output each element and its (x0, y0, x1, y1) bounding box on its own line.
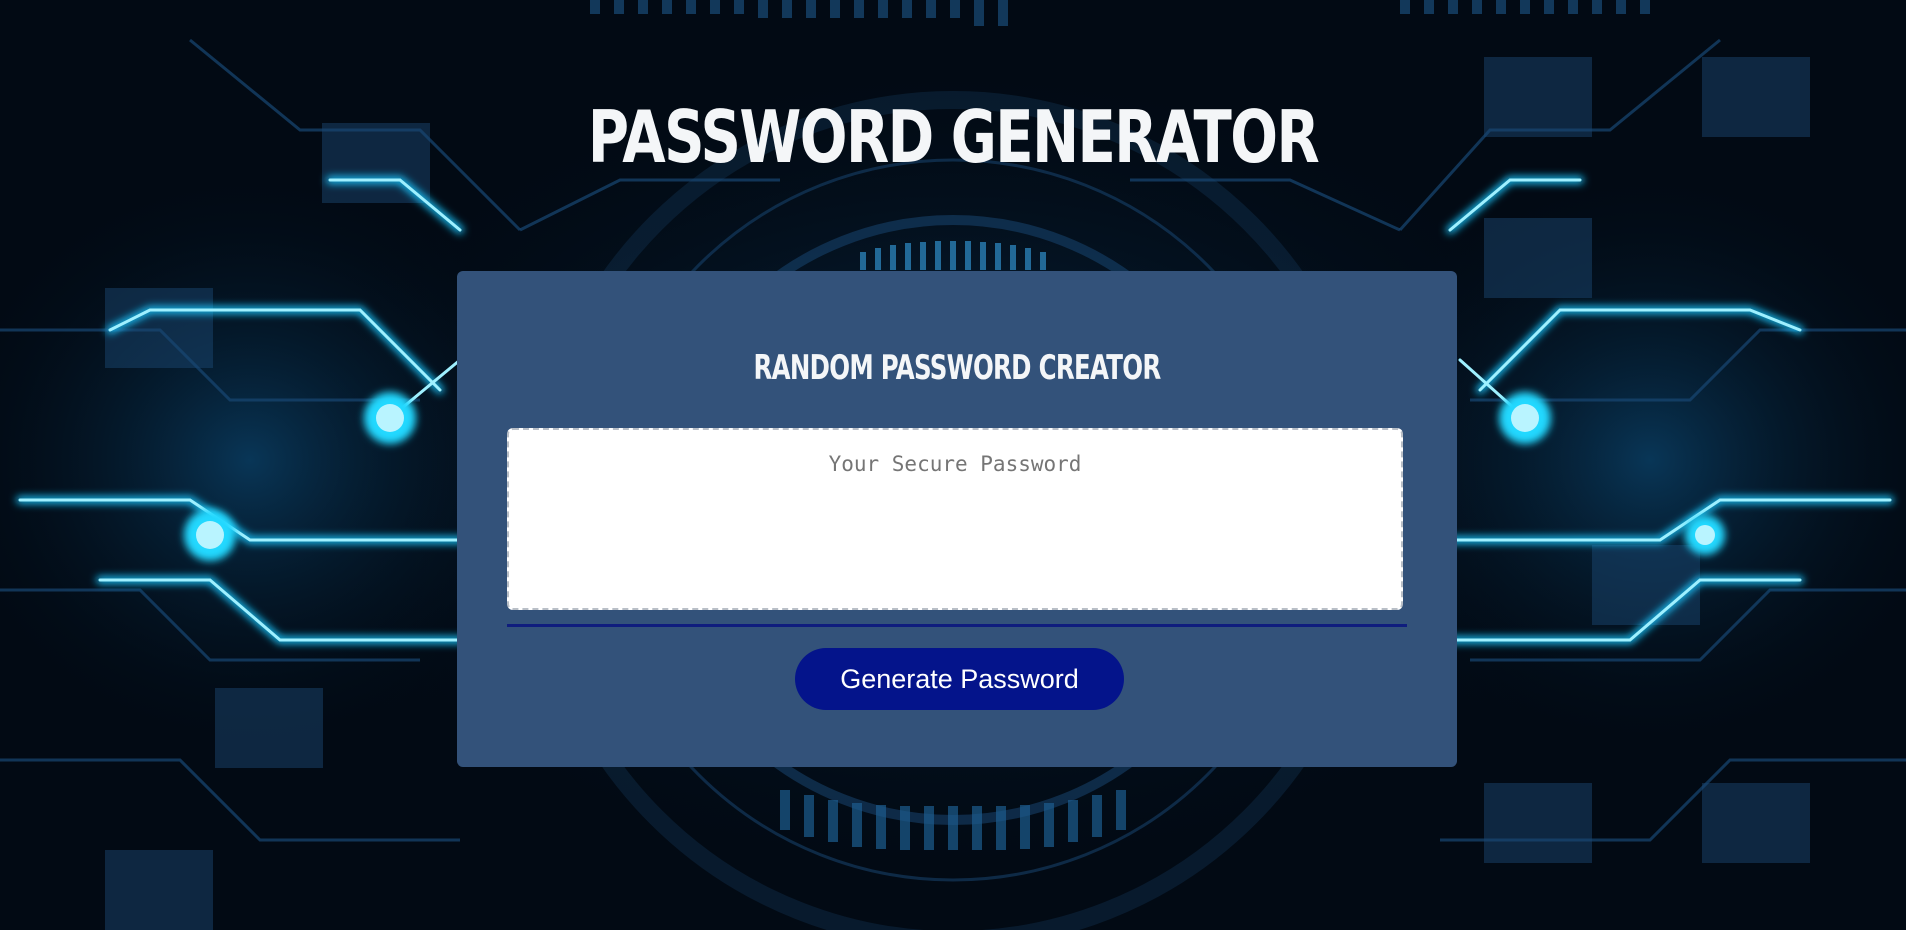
password-output[interactable] (507, 428, 1403, 610)
page-title: PASSWORD GENERATOR (587, 95, 1320, 179)
divider (507, 624, 1407, 627)
generate-password-button[interactable]: Generate Password (795, 648, 1124, 710)
password-generator-card: RANDOM PASSWORD CREATOR Generate Passwor… (457, 271, 1457, 767)
card-title: RANDOM PASSWORD CREATOR (753, 348, 1161, 388)
